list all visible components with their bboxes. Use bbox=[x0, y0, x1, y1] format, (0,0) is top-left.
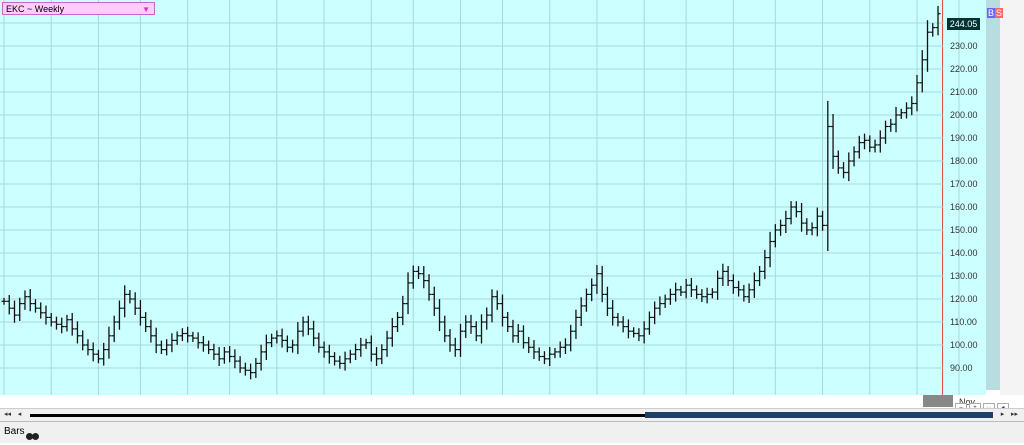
y-tick-label: 170.00 bbox=[950, 179, 978, 189]
scroll-start-icon[interactable]: ◂◂ bbox=[3, 410, 12, 419]
scroll-forward-icon[interactable]: ▸ bbox=[998, 410, 1007, 419]
price-chart[interactable]: 90.00 100.00 110.00 120.00 130.00 140.00 150.0… bbox=[0, 0, 986, 407]
y-tick-label: 210.00 bbox=[950, 87, 978, 97]
y-tick-label: 150.00 bbox=[950, 225, 978, 235]
buy-sell-buttons: BS bbox=[987, 8, 1004, 19]
dropdown-arrow-icon[interactable]: ▼ bbox=[142, 3, 150, 16]
chart-nav-icons: –+↔◂▸ bbox=[955, 396, 1024, 432]
scroll-thumb[interactable] bbox=[645, 412, 993, 418]
y-tick-label: 140.00 bbox=[950, 248, 978, 258]
chart-scrollbar[interactable]: ◂◂ ◂ ▸ ▸▸ bbox=[0, 408, 1024, 421]
y-tick-label: 160.00 bbox=[950, 202, 978, 212]
y-tick-label: 110.00 bbox=[950, 317, 977, 327]
y-tick-label: 100.00 bbox=[950, 340, 978, 350]
y-tick-label: 180.00 bbox=[950, 156, 978, 166]
y-tick-label: 90.00 bbox=[950, 363, 973, 373]
y-tick-label: 190.00 bbox=[950, 133, 978, 143]
status-bar: Bars bbox=[0, 421, 1024, 443]
axis-corner bbox=[923, 395, 953, 407]
y-tick-label: 200.00 bbox=[950, 110, 978, 120]
right-edge-panel bbox=[1000, 0, 1024, 395]
right-scroll-strip[interactable] bbox=[986, 0, 1000, 390]
bars-style-icon[interactable] bbox=[26, 427, 40, 440]
time-axis bbox=[0, 395, 943, 407]
symbol-selector[interactable]: EKC ~ Weekly ▼ bbox=[2, 2, 155, 15]
y-tick-label: 230.00 bbox=[950, 41, 978, 51]
last-price-tag: 244.05 bbox=[947, 18, 980, 30]
buy-button[interactable]: B bbox=[987, 8, 996, 18]
scroll-back-icon[interactable]: ◂ bbox=[15, 410, 24, 419]
sell-button[interactable]: S bbox=[995, 8, 1004, 18]
y-tick-label: 220.00 bbox=[950, 64, 978, 74]
y-tick-label: 120.00 bbox=[950, 294, 978, 304]
symbol-label: EKC ~ Weekly bbox=[6, 4, 65, 14]
y-tick-label: 130.00 bbox=[950, 271, 978, 281]
chart-style-label: Bars bbox=[4, 426, 25, 437]
scroll-end-icon[interactable]: ▸▸ bbox=[1010, 410, 1019, 419]
